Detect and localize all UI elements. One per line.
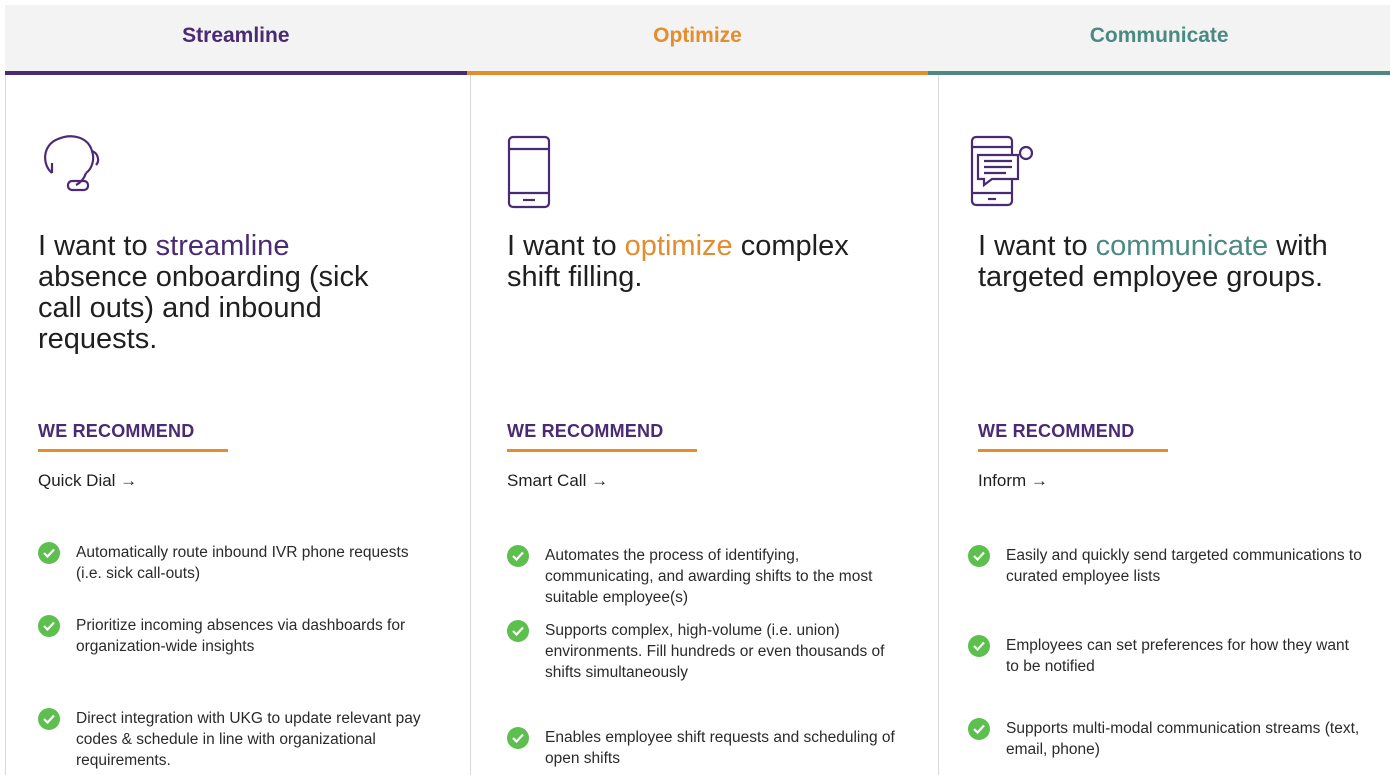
headline-prefix: I want to bbox=[507, 230, 625, 262]
feature-item: Direct integration with UKG to update re… bbox=[38, 708, 436, 771]
headline-highlight: optimize bbox=[624, 230, 733, 262]
column-divider bbox=[470, 75, 471, 775]
check-circle-icon bbox=[507, 620, 529, 642]
tab-bar: Streamline Optimize Communicate bbox=[5, 5, 1390, 75]
feature-text: Enables employee shift requests and sche… bbox=[545, 729, 895, 767]
check-circle-icon bbox=[507, 727, 529, 749]
product-link-quick-dial[interactable]: Quick Dial → bbox=[38, 471, 137, 491]
product-link-smart-call[interactable]: Smart Call → bbox=[507, 471, 608, 491]
smartphone-icon bbox=[507, 135, 553, 214]
check-circle-icon bbox=[968, 718, 990, 740]
feature-text: Direct integration with UKG to update re… bbox=[76, 710, 421, 769]
feature-item: Enables employee shift requests and sche… bbox=[507, 727, 905, 769]
recommend-underline bbox=[978, 449, 1168, 452]
feature-text: Supports complex, high-volume (i.e. unio… bbox=[545, 622, 885, 681]
tab-streamline[interactable]: Streamline bbox=[5, 5, 467, 75]
tab-communicate[interactable]: Communicate bbox=[928, 5, 1390, 75]
headline-prefix: I want to bbox=[978, 230, 1096, 262]
tab-optimize[interactable]: Optimize bbox=[466, 5, 929, 75]
recommend-label: WE RECOMMEND bbox=[507, 421, 664, 441]
recommend-underline bbox=[38, 449, 228, 452]
check-circle-icon bbox=[968, 635, 990, 657]
recommend-underline bbox=[507, 449, 697, 452]
headline-prefix: I want to bbox=[38, 230, 156, 262]
product-link-inform[interactable]: Inform → bbox=[978, 471, 1048, 491]
check-circle-icon bbox=[968, 545, 990, 567]
column-optimize: I want to optimize complex shift filling… bbox=[507, 75, 927, 775]
feature-text: Prioritize incoming absences via dashboa… bbox=[76, 617, 406, 655]
feature-item: Automatically route inbound IVR phone re… bbox=[38, 542, 436, 584]
check-circle-icon bbox=[38, 708, 60, 730]
headline: I want to optimize complex shift filling… bbox=[507, 231, 867, 293]
headset-icon bbox=[40, 135, 114, 202]
headline: I want to streamline absence onboarding … bbox=[38, 231, 398, 355]
mobile-message-icon bbox=[970, 135, 1040, 212]
feature-text: Automates the process of identifying, co… bbox=[545, 547, 873, 606]
check-circle-icon bbox=[38, 615, 60, 637]
headline-highlight: communicate bbox=[1095, 230, 1269, 262]
recommend-label: WE RECOMMEND bbox=[38, 421, 195, 441]
feature-text: Easily and quickly send targeted communi… bbox=[1006, 547, 1362, 585]
column-communicate: I want to communicate with targeted empl… bbox=[968, 75, 1388, 775]
headline-suffix: absence onboarding (sick call outs) and … bbox=[38, 261, 369, 355]
feature-text: Automatically route inbound IVR phone re… bbox=[76, 544, 409, 582]
column-divider bbox=[938, 75, 939, 775]
column-streamline: I want to streamline absence onboarding … bbox=[38, 75, 458, 775]
feature-item: Prioritize incoming absences via dashboa… bbox=[38, 615, 436, 657]
feature-item: Supports multi-modal communication strea… bbox=[968, 718, 1366, 760]
recommend-label: WE RECOMMEND bbox=[978, 421, 1135, 441]
feature-text: Supports multi-modal communication strea… bbox=[1006, 720, 1360, 758]
headline-highlight: streamline bbox=[155, 230, 290, 262]
feature-item: Employees can set preferences for how th… bbox=[968, 635, 1366, 677]
feature-text: Employees can set preferences for how th… bbox=[1006, 637, 1349, 675]
feature-item: Automates the process of identifying, co… bbox=[507, 545, 905, 608]
column-divider bbox=[5, 75, 6, 775]
feature-item: Easily and quickly send targeted communi… bbox=[968, 545, 1366, 587]
check-circle-icon bbox=[38, 542, 60, 564]
headline: I want to communicate with targeted empl… bbox=[978, 231, 1338, 293]
check-circle-icon bbox=[507, 545, 529, 567]
feature-item: Supports complex, high-volume (i.e. unio… bbox=[507, 620, 905, 683]
